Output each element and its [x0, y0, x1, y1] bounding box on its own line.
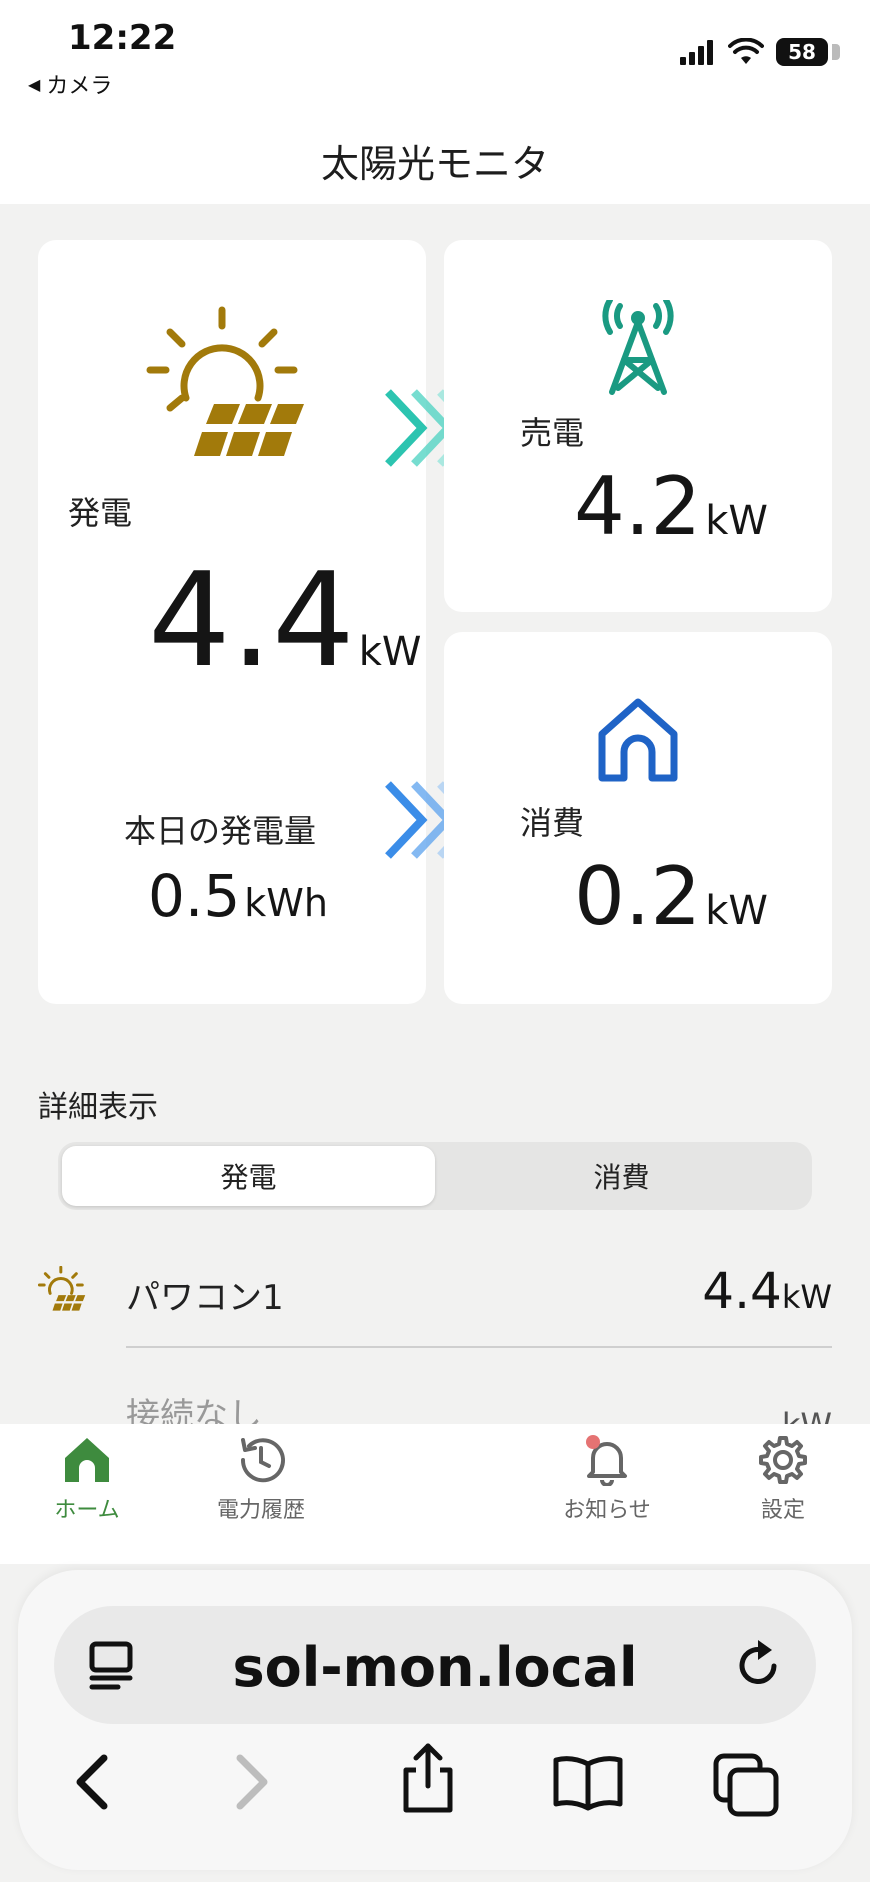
browser-nav-bar	[18, 1743, 852, 1852]
today-generation-label: 本日の発電量	[124, 812, 317, 850]
tab-notifications-label: お知らせ	[563, 1498, 651, 1523]
tab-home-label: ホーム	[54, 1498, 120, 1523]
generation-unit: kW	[358, 629, 422, 675]
tab-home[interactable]: ホーム	[12, 1434, 162, 1524]
list-item: 接続なし kW	[0, 1384, 870, 1424]
bell-icon	[586, 1435, 627, 1486]
consumption-label: 消費	[520, 804, 585, 842]
tab-notifications[interactable]: お知らせ	[532, 1434, 682, 1524]
sell-number: 4.2	[574, 460, 702, 553]
generation-number: 4.4	[148, 544, 355, 696]
today-generation-number: 0.5	[148, 862, 241, 930]
generation-value: 4.4 kW	[148, 544, 421, 696]
reload-icon[interactable]	[734, 1638, 782, 1690]
notification-dot	[586, 1435, 600, 1449]
back-to-app-link[interactable]: ◀ カメラ	[28, 68, 112, 100]
house-icon	[598, 698, 678, 782]
tabs-icon[interactable]	[712, 1752, 782, 1818]
generation-label: 発電	[68, 494, 133, 532]
status-icons: 58	[680, 38, 840, 66]
home-icon	[65, 1438, 109, 1482]
consumption-value: 0.2 kW	[574, 850, 768, 943]
battery-indicator: 58	[776, 38, 840, 66]
row-number: 4.4	[702, 1262, 782, 1320]
row-label: 接続なし	[126, 1396, 262, 1424]
back-app-label: カメラ	[46, 74, 113, 99]
consumption-unit: kW	[705, 888, 768, 934]
segment-generation[interactable]: 発電	[62, 1146, 435, 1206]
row-unit: kW	[781, 1278, 832, 1316]
solar-panel-icon	[38, 1266, 86, 1311]
wifi-icon	[728, 38, 764, 64]
status-bar: 12:22 ◀ カメラ 58	[0, 0, 870, 116]
back-triangle-icon: ◀	[28, 74, 41, 94]
row-label: パワコン1	[126, 1278, 284, 1318]
signal-icon	[680, 40, 713, 65]
generation-card: 発電 4.4 kW 本日の発電量 0.5 kWh	[38, 240, 426, 1004]
tab-history[interactable]: 電力履歴	[186, 1434, 336, 1524]
page-title: 太陽光モニタ	[320, 141, 549, 186]
row-divider	[126, 1346, 832, 1348]
sell-card: 売電 4.2 kW	[444, 240, 832, 612]
sell-value: 4.2 kW	[574, 460, 768, 553]
address-bar[interactable]: sol-mon.local	[54, 1606, 816, 1724]
bottom-tab-bar: ホーム 電力履歴 お知らせ 設定	[0, 1424, 870, 1564]
app-header: 太陽光モニタ	[0, 116, 870, 204]
share-icon[interactable]	[398, 1740, 458, 1814]
tab-settings[interactable]: 設定	[708, 1434, 858, 1524]
sell-unit: kW	[705, 498, 768, 544]
row-value: 4.4kW	[702, 1262, 832, 1320]
transmission-tower-icon	[602, 300, 674, 395]
gear-icon	[759, 1436, 807, 1484]
solar-panel-icon	[146, 306, 304, 456]
sell-label: 売電	[520, 414, 585, 452]
tab-history-label: 電力履歴	[216, 1498, 305, 1523]
row-value: kW	[782, 1390, 832, 1424]
bookmarks-icon[interactable]	[552, 1752, 624, 1812]
row-unit: kW	[782, 1406, 832, 1424]
today-generation-unit: kWh	[244, 881, 328, 925]
list-item: パワコン1 4.4kW	[0, 1262, 870, 1352]
today-generation-value: 0.5 kWh	[148, 862, 328, 930]
segment-consumption[interactable]: 消費	[435, 1146, 808, 1206]
detail-section-title: 詳細表示	[38, 1090, 158, 1125]
detail-segmented-control: 発電 消費	[58, 1142, 812, 1210]
consumption-card: 消費 0.2 kW	[444, 632, 832, 1004]
consumption-number: 0.2	[574, 850, 702, 943]
tab-settings-label: 設定	[760, 1498, 805, 1523]
browser-toolbar: sol-mon.local	[18, 1570, 852, 1870]
url-text: sol-mon.local	[232, 1636, 638, 1699]
forward-arrow-icon[interactable]	[230, 1752, 274, 1812]
status-time: 12:22	[68, 18, 177, 58]
back-arrow-icon[interactable]	[70, 1752, 114, 1812]
history-icon	[240, 1438, 285, 1483]
